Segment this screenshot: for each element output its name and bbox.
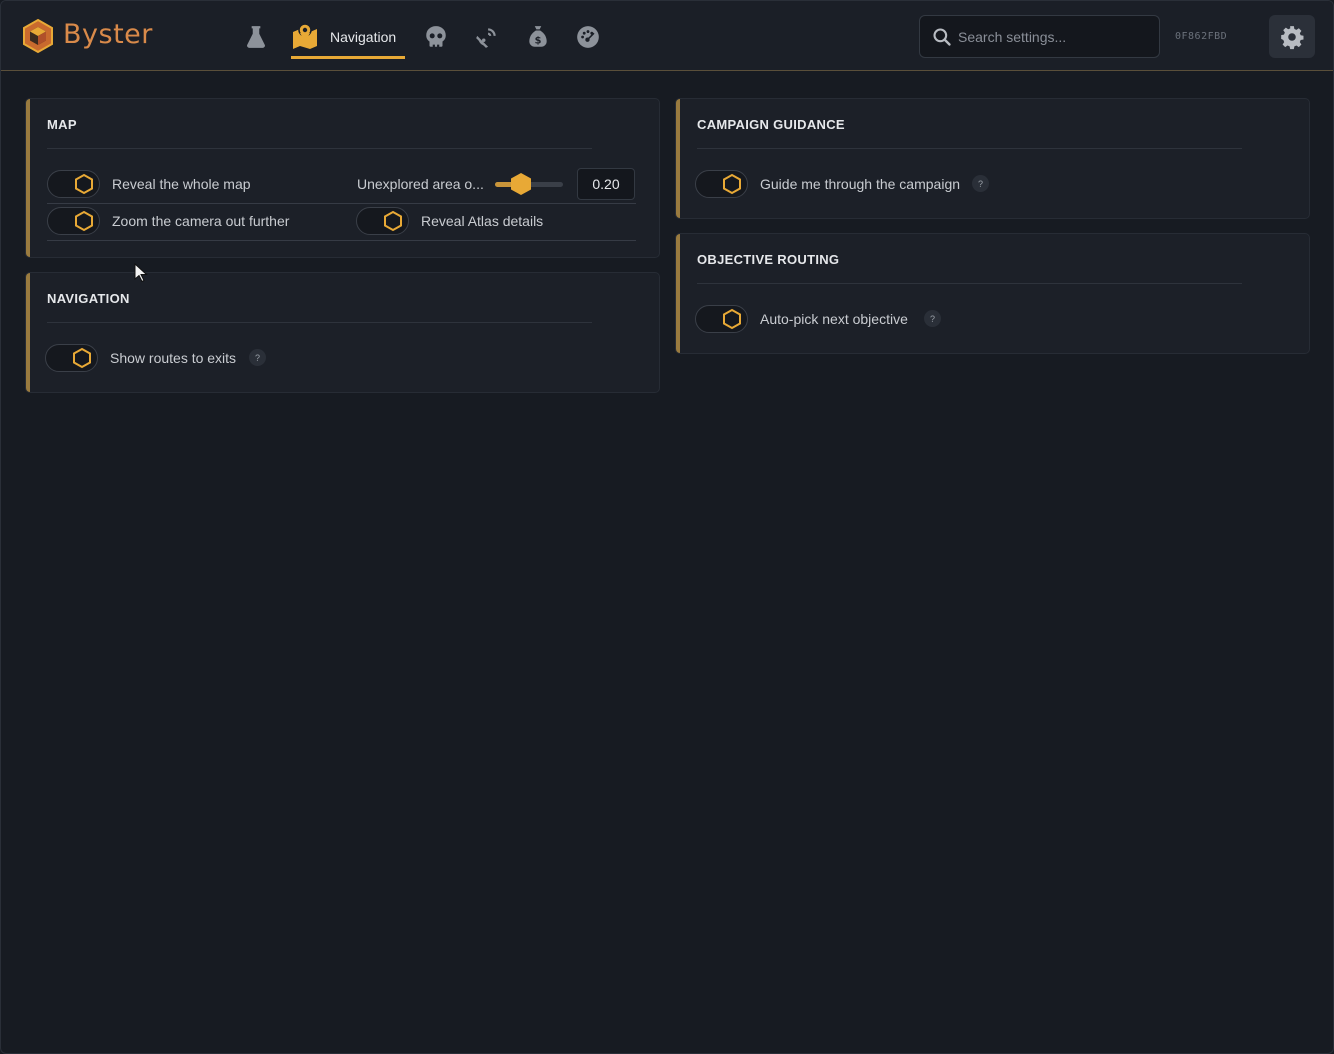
nav-tab-skull[interactable] [421, 21, 451, 53]
unexplored-area-value[interactable]: 0.20 [577, 168, 635, 200]
campaign-panel: CAMPAIGN GUIDANCE [675, 98, 1310, 219]
show-routes-toggle[interactable] [45, 344, 98, 372]
reveal-atlas-label: Reveal Atlas details [421, 213, 544, 229]
nav-tab-label: Navigation [330, 29, 397, 45]
flask-icon [247, 26, 265, 48]
row-divider [47, 203, 636, 204]
nav-tab-navigation[interactable]: Navigation [291, 19, 405, 59]
settings-button[interactable] [1269, 15, 1315, 58]
zoom-camera-label: Zoom the camera out further [112, 213, 290, 229]
search-icon [933, 28, 951, 46]
panel-title: CAMPAIGN GUIDANCE [697, 117, 845, 132]
app-window: Byster Navigation $ Search settings... 0… [0, 0, 1334, 1054]
guide-campaign-label: Guide me through the campaign [760, 176, 961, 192]
satellite-icon [476, 28, 496, 48]
nav-tab-flask[interactable] [241, 21, 271, 53]
guide-campaign-toggle[interactable] [695, 170, 748, 198]
mouse-cursor-icon [134, 263, 148, 283]
money-bag-icon: $ [529, 26, 547, 47]
skull-icon [426, 26, 446, 47]
gear-icon [1281, 25, 1304, 49]
brand-name: Byster [63, 19, 153, 50]
show-routes-help-icon[interactable]: ? [249, 349, 266, 366]
divider [47, 322, 592, 323]
hexagon-knob-icon [723, 308, 741, 330]
top-bar: Byster Navigation $ Search settings... 0… [1, 1, 1333, 71]
hexagon-knob-icon [73, 347, 91, 369]
dashboard-icon [577, 26, 599, 48]
divider [697, 283, 1242, 284]
hwid-label: 0F862FBD [1175, 31, 1228, 42]
show-routes-label: Show routes to exits [110, 350, 237, 366]
map-pin-icon [293, 23, 317, 49]
guide-campaign-help-icon[interactable]: ? [972, 175, 989, 192]
hexagon-knob-icon [384, 210, 402, 232]
byster-logo-icon [23, 18, 53, 54]
svg-text:$: $ [535, 36, 542, 47]
auto-pick-help-icon[interactable]: ? [924, 310, 941, 327]
row-divider [47, 240, 636, 241]
hexagon-knob-icon [723, 173, 741, 195]
nav-tab-money[interactable]: $ [523, 21, 553, 53]
unexplored-area-label: Unexplored area o... [357, 176, 484, 192]
nav-tab-dashboard[interactable] [573, 21, 603, 53]
auto-pick-label: Auto-pick next objective [760, 311, 908, 327]
panel-title: MAP [47, 117, 77, 132]
panel-title: OBJECTIVE ROUTING [697, 252, 840, 267]
navigation-panel: NAVIGATION [25, 272, 660, 393]
nav-tab-satellite[interactable] [472, 21, 502, 53]
divider [47, 148, 592, 149]
zoom-camera-toggle[interactable] [47, 207, 100, 235]
objective-panel: OBJECTIVE ROUTING [675, 233, 1310, 354]
slider-handle[interactable] [509, 172, 533, 196]
auto-pick-toggle[interactable] [695, 305, 748, 333]
hexagon-knob-icon [75, 210, 93, 232]
reveal-atlas-toggle[interactable] [356, 207, 409, 235]
reveal-map-toggle[interactable] [47, 170, 100, 198]
search-input[interactable] [958, 24, 1153, 50]
reveal-map-label: Reveal the whole map [112, 176, 251, 192]
panel-title: NAVIGATION [47, 291, 130, 306]
divider [697, 148, 1242, 149]
hexagon-knob-icon [75, 173, 93, 195]
search-box[interactable] [919, 15, 1160, 58]
